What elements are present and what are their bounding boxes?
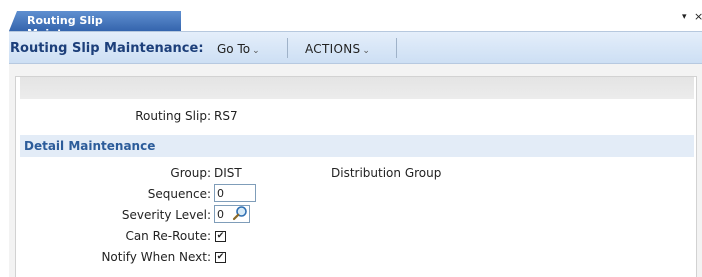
group-label: Group: [170,166,211,180]
group-description: Distribution Group [331,166,442,180]
content-panel: Routing Slip: RS7 Detail Maintenance Gro… [9,64,702,277]
toolbar-divider [287,38,288,58]
magnifier-icon[interactable] [232,205,248,221]
form-area: Routing Slip: RS7 Detail Maintenance Gro… [15,76,697,277]
group-value: DIST [214,166,242,180]
toolbar-divider [396,38,397,58]
sequence-label: Sequence: [147,187,211,201]
toolbar: Routing Slip Maintenance: Go To ⌄ ACTIONS… [9,32,702,64]
can-reroute-label: Can Re-Route: [125,229,211,243]
section-title: Detail Maintenance [24,139,156,153]
notify-when-next-label: Notify When Next: [101,250,211,264]
tab-strip: Routing Slip Maintenance ▾ × [0,0,702,32]
notify-when-next-checkbox[interactable]: ✔ [215,252,226,263]
routing-slip-label: Routing Slip: [135,109,211,123]
tab-routing-slip-maintenance[interactable]: Routing Slip Maintenance [9,11,181,31]
tab-menu-icon[interactable]: ▾ [682,12,687,22]
page-title: Routing Slip Maintenance: [10,41,204,56]
severity-level-label: Severity Level: [121,208,211,222]
close-icon[interactable]: × [694,10,702,23]
chevron-down-icon: ⌄ [362,46,371,56]
goto-menu-button[interactable]: Go To ⌄ [217,42,260,56]
actions-label: ACTIONS [305,42,361,56]
can-reroute-checkbox[interactable]: ✔ [215,231,226,242]
sequence-input[interactable] [214,184,256,202]
goto-label: Go To [217,42,251,56]
actions-menu-button[interactable]: ACTIONS ⌄ [305,42,370,56]
chevron-down-icon: ⌄ [252,46,260,56]
header-bar [20,77,694,99]
routing-slip-value: RS7 [214,109,238,123]
detail-maintenance-section: Detail Maintenance [20,135,694,157]
